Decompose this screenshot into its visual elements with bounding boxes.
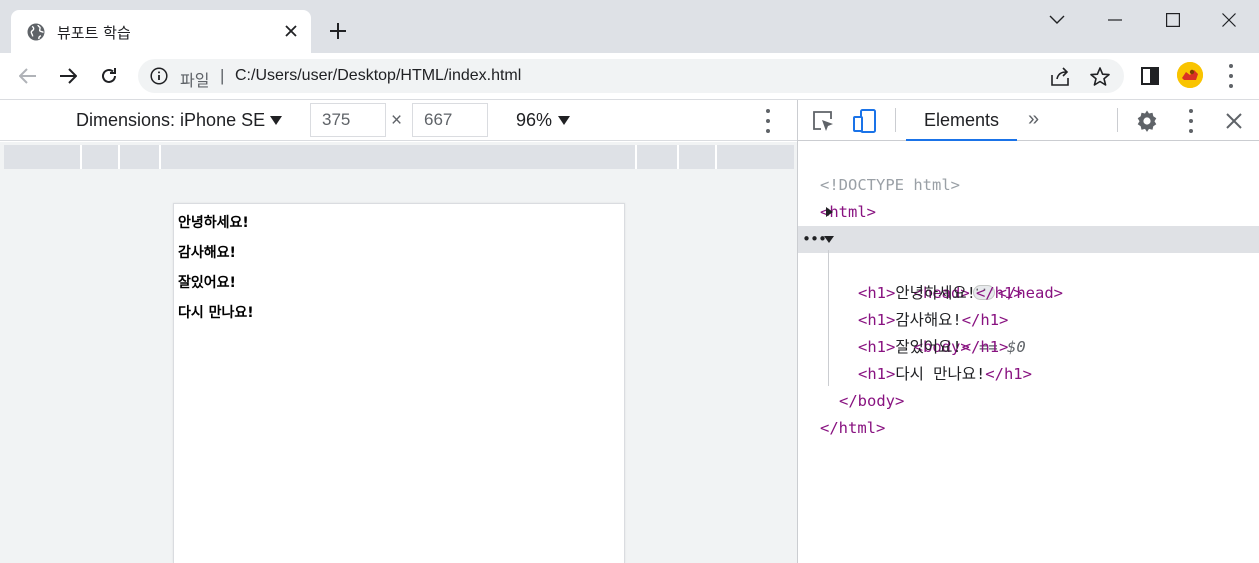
close-tab-icon[interactable]: [283, 23, 299, 39]
maximize-icon: [1166, 13, 1180, 27]
dom-node-html-close[interactable]: </html>: [798, 388, 1259, 437]
back-button[interactable]: [15, 63, 41, 89]
minimize-button[interactable]: [1092, 8, 1138, 32]
side-panel-icon: [1141, 67, 1159, 85]
close-devtools-button[interactable]: [1221, 108, 1247, 134]
media-query-bar: [0, 142, 797, 170]
dom-node-body[interactable]: ••• <body> == $0: [798, 226, 1259, 356]
avatar[interactable]: [1177, 62, 1203, 88]
inspect-cursor-icon: [813, 111, 833, 131]
caret-down-icon[interactable]: [558, 116, 570, 125]
caret-down-icon[interactable]: [270, 116, 282, 125]
browser-menu-button[interactable]: [1219, 64, 1243, 88]
device-toolbar: Dimensions: iPhone SE × 96%: [0, 100, 797, 141]
more-tabs-button[interactable]: »: [1028, 108, 1039, 131]
more-vert-icon: [1227, 64, 1235, 88]
media-query-segment[interactable]: [161, 145, 637, 169]
url-text[interactable]: C:/Users/user/Desktop/HTML/index.html: [235, 67, 521, 85]
tab-elements[interactable]: Elements: [906, 100, 1017, 141]
dom-node-h1[interactable]: <h1>감사해요!</h1>: [798, 280, 1259, 329]
profile-picture-icon: [1177, 62, 1203, 88]
media-query-segment[interactable]: [82, 145, 120, 169]
dom-node-h1[interactable]: <h1>안녕하세요!</h1>: [798, 253, 1259, 302]
arrow-right-icon: [60, 68, 77, 84]
media-query-segment[interactable]: [717, 145, 794, 169]
heading-hello: 안녕하세요!: [178, 215, 249, 231]
reload-icon: [102, 68, 116, 83]
browser-tab[interactable]: 뷰포트 학습: [11, 10, 311, 53]
media-query-segment[interactable]: [120, 145, 161, 169]
globe-icon: [27, 23, 45, 41]
media-query-segment[interactable]: [679, 145, 717, 169]
settings-button[interactable]: [1134, 108, 1160, 134]
star-icon[interactable]: [1089, 66, 1111, 88]
media-query-segment[interactable]: [4, 145, 82, 169]
close-icon: [1226, 113, 1242, 129]
share-icon[interactable]: [1049, 66, 1071, 88]
dom-node-h1[interactable]: <h1>잘있어요!</h1>: [798, 307, 1259, 356]
dom-node-head[interactable]: <head> ··· </head>: [798, 199, 1259, 302]
dom-node-body-close[interactable]: </body>: [798, 361, 1259, 410]
device-viewport[interactable]: 안녕하세요! 감사해요! 잘있어요! 다시 만나요!: [173, 203, 625, 563]
tab-title: 뷰포트 학습: [57, 24, 131, 42]
devtools-panel: Elements » <!DOCTYPE html> <html> <head>…: [798, 100, 1259, 563]
heading-goodbye: 잘있어요!: [178, 275, 236, 291]
node-actions-icon[interactable]: •••: [802, 226, 827, 253]
toolbar-separator: [895, 108, 896, 132]
device-emulation-pane: Dimensions: iPhone SE × 96% 안녕하세요! 감사해요!…: [0, 100, 797, 563]
new-tab-icon[interactable]: [327, 20, 349, 42]
reload-button[interactable]: [96, 63, 122, 89]
chevron-down-icon: [1049, 15, 1065, 24]
maximize-button[interactable]: [1150, 8, 1196, 32]
times-symbol: ×: [391, 110, 403, 131]
tab-strip: 뷰포트 학습: [0, 0, 1259, 53]
gear-icon: [1137, 110, 1157, 132]
heading-see-you: 다시 만나요!: [178, 305, 254, 321]
devtools-toolbar: Elements »: [798, 100, 1259, 141]
toolbar-separator: [1117, 108, 1118, 132]
collapse-triangle-icon[interactable]: [824, 236, 834, 243]
devtools-menu-button[interactable]: [1178, 108, 1204, 134]
dimensions-dropdown[interactable]: Dimensions: iPhone SE: [76, 110, 265, 131]
width-input[interactable]: [310, 103, 386, 137]
dom-node-h1[interactable]: <h1>다시 만나요!</h1>: [798, 334, 1259, 383]
device-mobile-icon: [853, 109, 876, 133]
tab-search-button[interactable]: [1034, 8, 1080, 32]
more-vert-icon: [1187, 109, 1195, 133]
info-icon[interactable]: [150, 67, 168, 85]
dom-node-html[interactable]: <html>: [798, 172, 1259, 221]
dom-node-doctype[interactable]: <!DOCTYPE html>: [798, 145, 1259, 194]
expand-triangle-icon[interactable]: [826, 207, 833, 217]
browser-toolbar: 파일 | C:/Users/user/Desktop/HTML/index.ht…: [0, 53, 1259, 99]
arrow-left-icon: [19, 68, 36, 84]
close-window-button[interactable]: [1206, 8, 1252, 32]
url-separator: |: [220, 66, 225, 85]
forward-button[interactable]: [55, 63, 81, 89]
more-vert-icon[interactable]: [764, 109, 772, 133]
media-query-segment[interactable]: [637, 145, 679, 169]
close-icon: [1222, 13, 1236, 27]
minimize-icon: [1108, 19, 1122, 21]
zoom-dropdown[interactable]: 96%: [516, 110, 552, 131]
heading-thanks: 감사해요!: [178, 245, 236, 261]
device-toggle-button[interactable]: [852, 108, 878, 134]
address-bar[interactable]: 파일 | C:/Users/user/Desktop/HTML/index.ht…: [138, 59, 1124, 93]
inspect-element-button[interactable]: [810, 108, 836, 134]
height-input[interactable]: [412, 103, 488, 137]
url-scheme: 파일: [180, 71, 210, 90]
side-panel-button[interactable]: [1138, 64, 1162, 88]
